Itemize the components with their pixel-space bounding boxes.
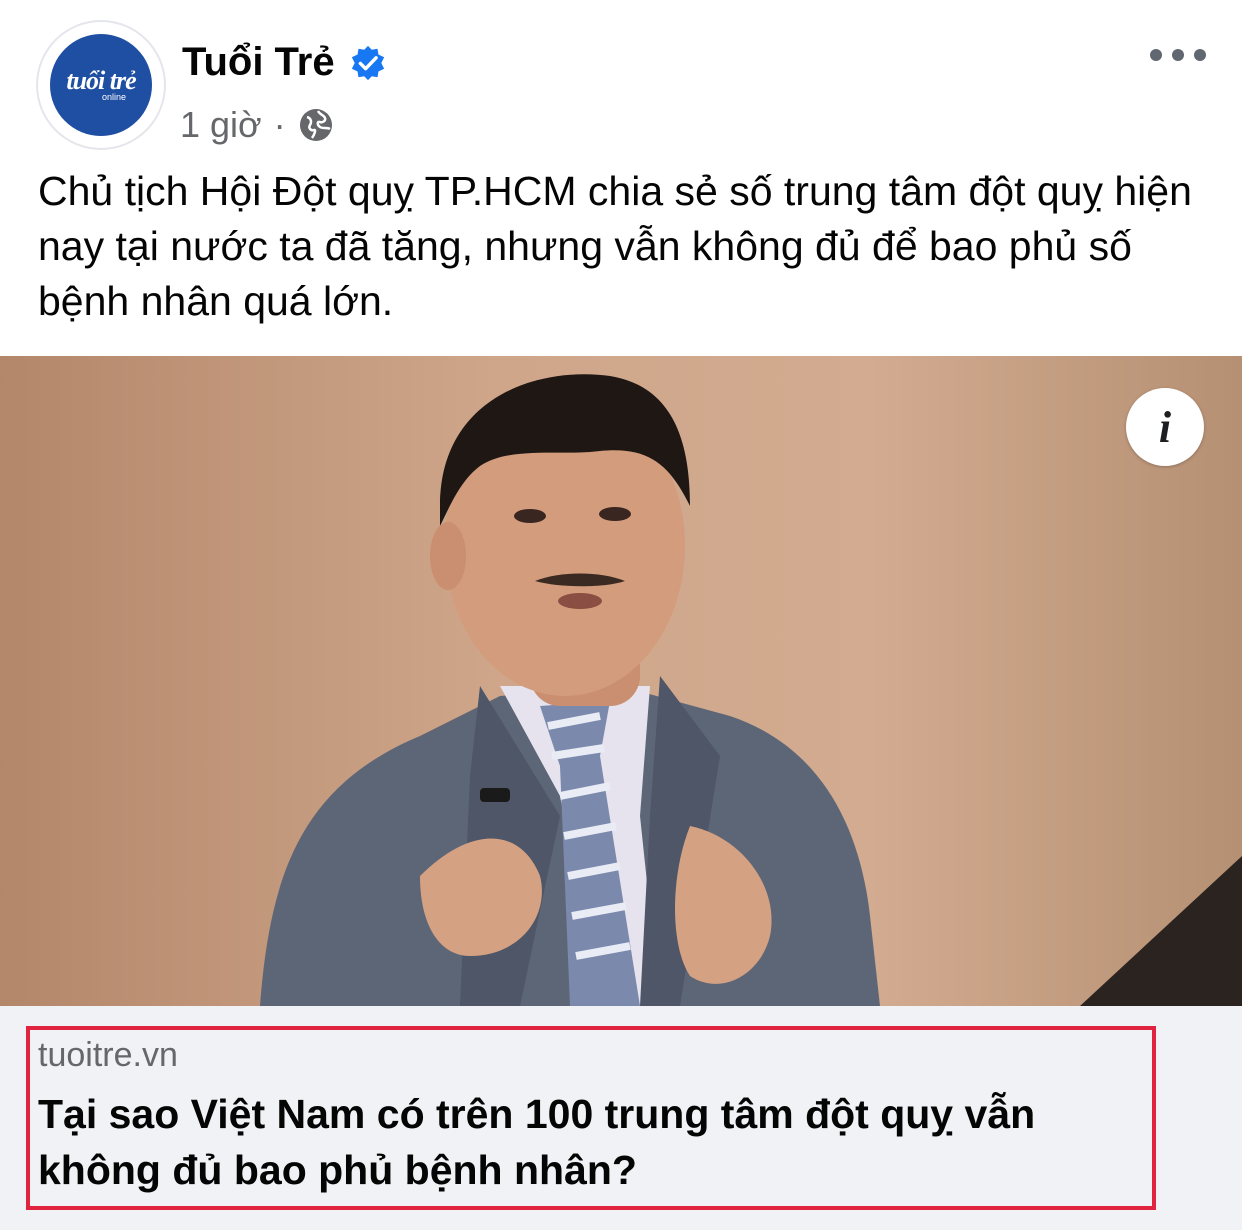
article-photo-illustration	[0, 356, 1242, 1006]
logo-text: tuổi trẻ	[66, 66, 136, 95]
post-message: Chủ tịch Hội Đột quỵ TP.HCM chia sẻ số t…	[38, 168, 1192, 324]
logo-subtext: online	[101, 92, 127, 102]
tuoi-tre-logo: tuổi trẻ online	[50, 34, 152, 136]
link-title[interactable]: Tại sao Việt Nam có trên 100 trung tâm đ…	[38, 1086, 1148, 1198]
article-image[interactable]	[0, 356, 1242, 1006]
verified-badge-icon	[351, 45, 384, 80]
page-avatar[interactable]: tuổi trẻ online	[38, 22, 164, 148]
feed-post: tuổi trẻ online Tuổi Trẻ 1 giờ · Chủ tịc…	[0, 0, 1242, 1230]
post-meta: 1 giờ ·	[180, 104, 334, 146]
post-timestamp[interactable]: 1 giờ	[180, 104, 262, 146]
page-name-link[interactable]: Tuổi Trẻ	[182, 40, 335, 85]
info-icon[interactable]: i	[1126, 388, 1204, 466]
meta-separator: ·	[273, 104, 286, 145]
globe-icon[interactable]	[298, 107, 334, 143]
more-options-icon[interactable]	[1150, 40, 1206, 70]
page-name-row: Tuổi Trẻ	[182, 40, 387, 85]
link-domain: tuoitre.vn	[38, 1036, 178, 1074]
